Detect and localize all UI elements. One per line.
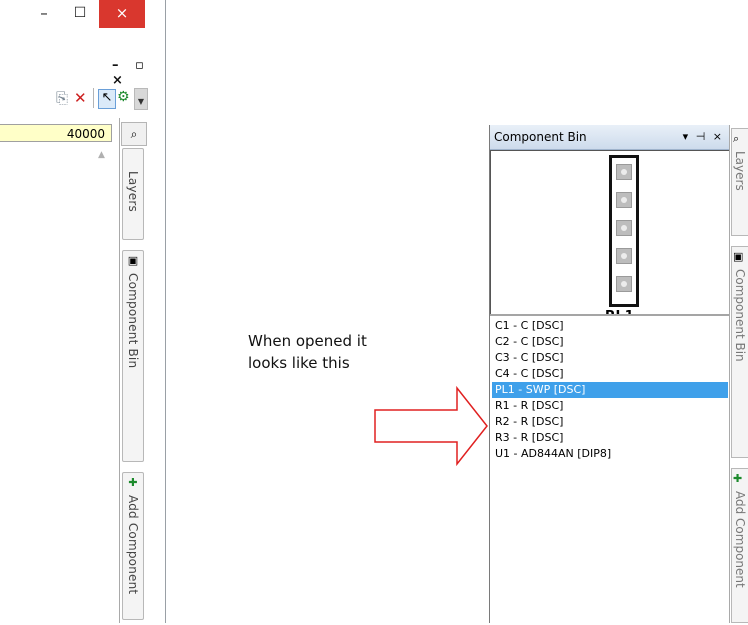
main-window: – ☐ × – ▫ × ⎘ ✕ ↖ ⚙ ▼ 40000 ▲ ⌕ Layers ▣…: [0, 0, 166, 623]
list-item[interactable]: C2 - C [DSC]: [492, 334, 728, 350]
toolbar: ⎘ ✕ ↖ ⚙ ▼: [0, 86, 150, 110]
panel-window-controls[interactable]: ▾ ⊣ ×: [683, 125, 724, 149]
right-tab-label: Layers: [733, 151, 747, 191]
value-field[interactable]: 40000: [0, 124, 112, 142]
right-tab-layers[interactable]: ⌕ Layers: [731, 128, 748, 236]
list-item[interactable]: C4 - C [DSC]: [492, 366, 728, 382]
close-button[interactable]: ×: [99, 0, 145, 28]
right-tab-component-bin[interactable]: ▣ Component Bin: [731, 246, 748, 458]
add-component-icon: ✚: [733, 472, 743, 485]
annotation-text: When opened it looks like this: [248, 330, 367, 374]
list-item[interactable]: R1 - R [DSC]: [492, 398, 728, 414]
component-bin-panel: Component Bin ▾ ⊣ × PL1 C1 - C [DSC] C2 …: [489, 125, 730, 625]
maximize-button[interactable]: ☐: [60, 0, 100, 28]
add-component-icon: ✚: [128, 476, 138, 489]
pin-pad: [616, 248, 632, 264]
list-item-selected[interactable]: PL1 - SWP [DSC]: [492, 382, 728, 398]
paste-icon[interactable]: ⎘: [56, 89, 68, 107]
sidebar-tab-component-bin[interactable]: ▣ Component Bin: [122, 250, 144, 462]
pin-pad: [616, 276, 632, 292]
right-tab-label: Component Bin: [733, 269, 747, 362]
sidebar-tab-add-component[interactable]: ✚ Add Component: [122, 472, 144, 620]
connector-footprint: [609, 155, 639, 307]
component-bin-titlebar: Component Bin ▾ ⊣ ×: [490, 125, 730, 150]
toolbar-overflow-chevron[interactable]: ▼: [134, 88, 148, 110]
pin-pad: [616, 220, 632, 236]
list-item[interactable]: U1 - AD844AN [DIP8]: [492, 446, 728, 462]
component-mode-icon[interactable]: ⚙: [117, 89, 130, 107]
toolbar-separator: [93, 88, 94, 108]
pin-pad: [616, 192, 632, 208]
red-arrow-icon: [374, 386, 488, 466]
sidebar-tab-label: Layers: [126, 171, 140, 212]
right-tab-label: Add Component: [733, 491, 747, 588]
sidebar-tab-label: Component Bin: [126, 273, 140, 369]
annotation-line: When opened it: [248, 332, 367, 350]
pin-pad: [616, 164, 632, 180]
list-item[interactable]: R3 - R [DSC]: [492, 430, 728, 446]
scroll-up-arrow[interactable]: ▲: [98, 150, 105, 160]
right-tab-add-component[interactable]: ✚ Add Component: [731, 468, 748, 623]
list-item[interactable]: C3 - C [DSC]: [492, 350, 728, 366]
panel-title: Component Bin: [494, 130, 587, 144]
component-bin-icon: ▣: [733, 250, 744, 263]
component-list[interactable]: C1 - C [DSC] C2 - C [DSC] C3 - C [DSC] C…: [490, 314, 730, 625]
sidebar-tab-layers[interactable]: Layers: [122, 148, 144, 240]
select-arrow-icon[interactable]: ↖: [98, 89, 116, 109]
annotation-line: looks like this: [248, 354, 350, 372]
delete-icon[interactable]: ✕: [74, 89, 87, 107]
mdi-window-controls[interactable]: – ▫ ×: [112, 58, 165, 88]
right-sidebar-divider: [729, 125, 730, 623]
sidebar-divider: [119, 118, 120, 623]
component-bin-icon: ▣: [127, 254, 139, 267]
sidebar-tab-label: Add Component: [126, 495, 140, 595]
list-item[interactable]: C1 - C [DSC]: [492, 318, 728, 334]
minimize-button[interactable]: –: [24, 0, 64, 28]
list-item[interactable]: R2 - R [DSC]: [492, 414, 728, 430]
search-layers-icon[interactable]: ⌕: [121, 122, 147, 146]
search-layers-icon: ⌕: [733, 132, 740, 145]
